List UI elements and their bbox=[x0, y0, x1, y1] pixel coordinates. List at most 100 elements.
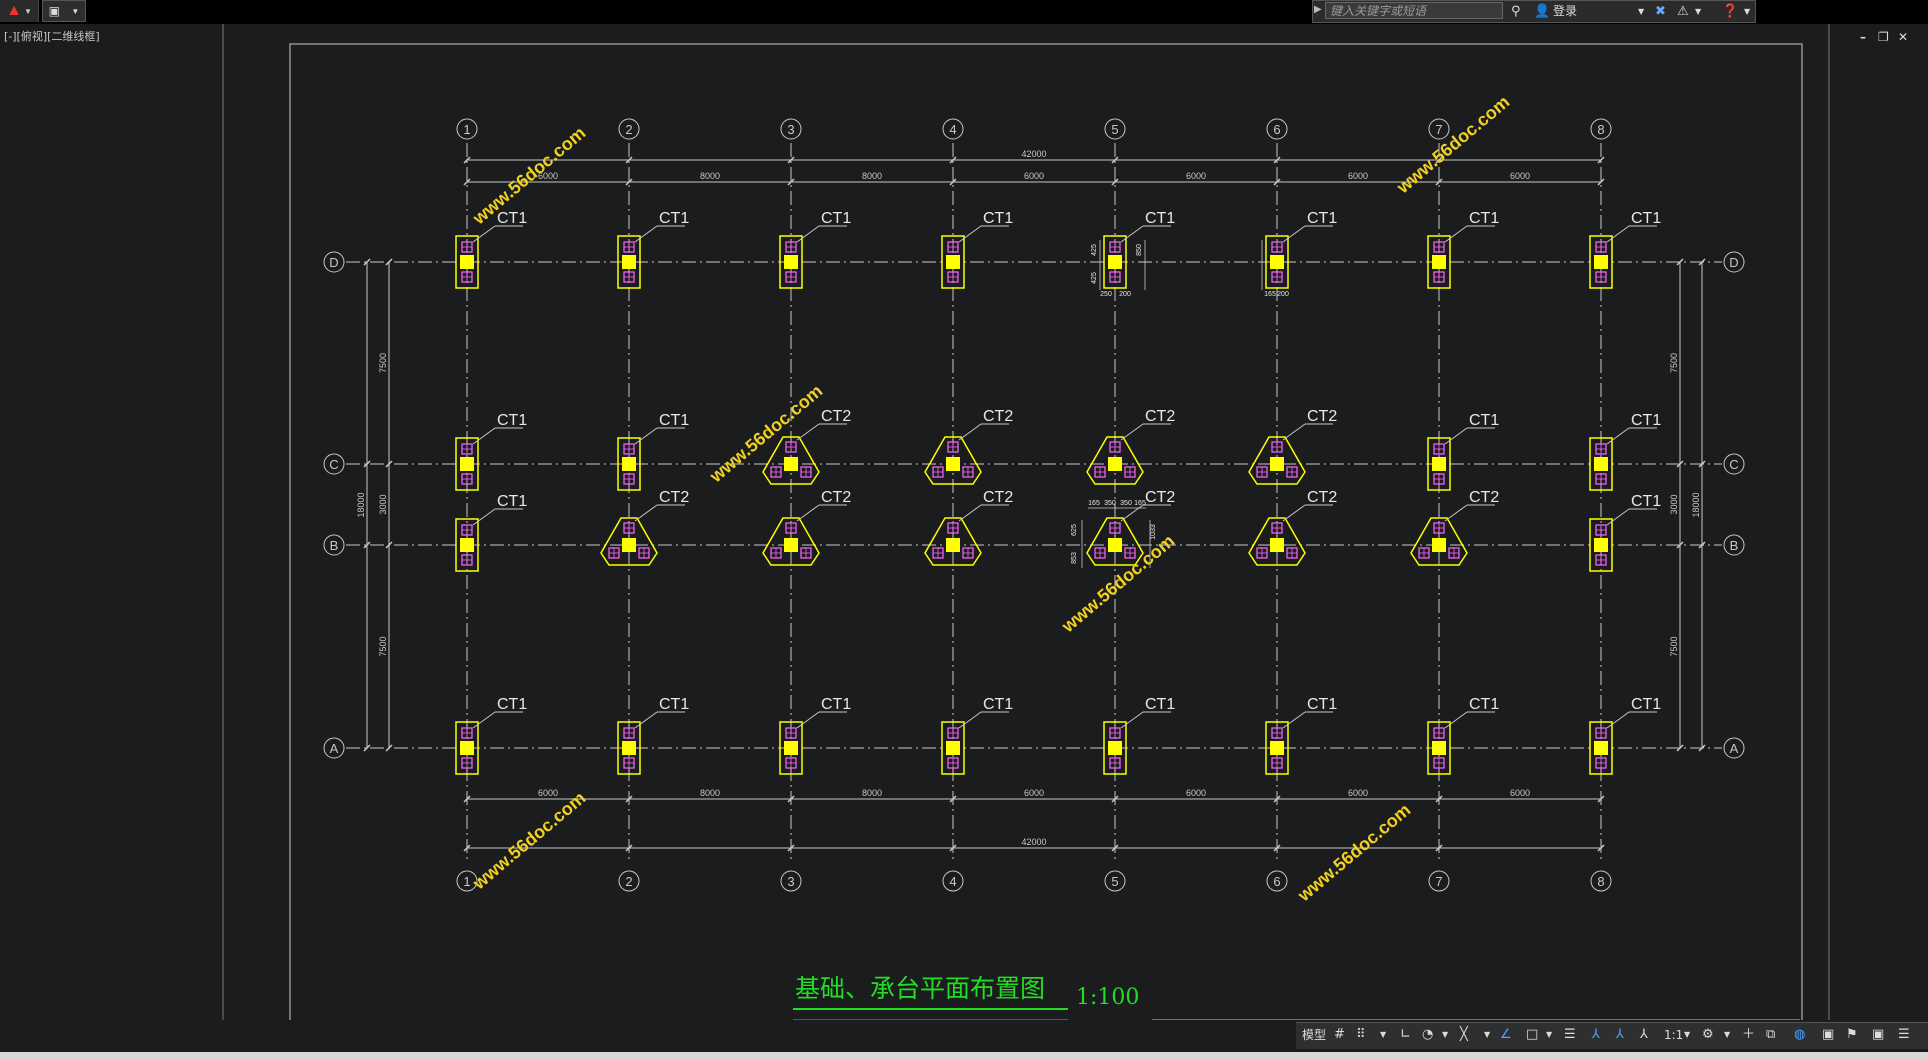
hardware-acceleration-icon[interactable]: ▣ bbox=[1822, 1026, 1834, 1044]
leader-line bbox=[634, 427, 658, 445]
detail-dimension-text: 200 bbox=[1119, 291, 1131, 298]
isodraft-icon[interactable]: ╳ bbox=[1460, 1026, 1468, 1044]
dimension-text: 7500 bbox=[378, 636, 388, 656]
detail-dimension-text: 165 bbox=[1264, 291, 1276, 298]
customize-menu-icon[interactable]: ☰ bbox=[1898, 1026, 1910, 1044]
axis-label-right: C bbox=[1729, 457, 1738, 472]
column bbox=[460, 255, 474, 269]
column bbox=[460, 538, 474, 552]
leader-line bbox=[958, 423, 982, 441]
dimension-text: 3000 bbox=[378, 494, 388, 514]
axis-label-top: 1 bbox=[463, 122, 470, 137]
units-icon[interactable]: ⧉ bbox=[1766, 1026, 1775, 1044]
model-space-button[interactable]: 模型 bbox=[1302, 1026, 1326, 1044]
detail-dimension-text: 350 bbox=[1104, 500, 1116, 507]
axis-label-top: 8 bbox=[1597, 122, 1604, 137]
cap-label: CT2 bbox=[1145, 489, 1175, 506]
leader-line bbox=[634, 504, 658, 522]
cap-label: CT2 bbox=[1307, 408, 1337, 425]
chevron-down-icon[interactable]: ▼ bbox=[1442, 1026, 1448, 1044]
column bbox=[1108, 255, 1122, 269]
clean-screen-icon[interactable]: ⚑ bbox=[1846, 1026, 1858, 1044]
isolate-objects-icon[interactable]: ◍ bbox=[1794, 1026, 1805, 1044]
leader-line bbox=[1444, 427, 1468, 445]
detail-dimension-text: 165 bbox=[1134, 500, 1146, 507]
dimension-text-total: 18000 bbox=[1691, 492, 1701, 517]
ortho-icon[interactable]: ∟ bbox=[1400, 1026, 1411, 1044]
leader-line bbox=[1282, 711, 1306, 729]
column bbox=[784, 538, 798, 552]
dimension-text: 7500 bbox=[1669, 353, 1679, 373]
plus-icon[interactable]: ＋ bbox=[1742, 1026, 1755, 1044]
dimension-text: 3000 bbox=[1669, 494, 1679, 514]
column bbox=[1432, 255, 1446, 269]
cap-label: CT2 bbox=[983, 408, 1013, 425]
object-snap-tracking-icon[interactable]: ∠ bbox=[1500, 1026, 1512, 1044]
axis-label-top: 3 bbox=[787, 122, 794, 137]
dimension-text-total: 18000 bbox=[356, 492, 366, 517]
leader-line bbox=[796, 225, 820, 243]
dimension-text: 8000 bbox=[862, 171, 882, 181]
dimension-text: 6000 bbox=[1186, 788, 1206, 798]
axis-label-left: D bbox=[329, 255, 338, 270]
dimension-text: 6000 bbox=[1024, 788, 1044, 798]
leader-line bbox=[1606, 711, 1630, 729]
cap-label: CT1 bbox=[1469, 412, 1499, 429]
chevron-down-icon[interactable]: ▼ bbox=[1684, 1026, 1690, 1044]
cap-label: CT1 bbox=[1631, 210, 1661, 227]
polar-icon[interactable]: ◔ bbox=[1422, 1026, 1433, 1044]
annotation-visibility-icon[interactable]: ⅄ bbox=[1592, 1026, 1600, 1044]
axis-label-bottom: 7 bbox=[1435, 874, 1442, 889]
dimension-text: 6000 bbox=[1348, 788, 1368, 798]
cap-label: CT1 bbox=[1631, 493, 1661, 510]
drawing-canvas[interactable]: 1122334455667788D DC CB BA A 420004200060006… bbox=[0, 0, 1928, 1020]
detail-dimension-text: 200 bbox=[1277, 291, 1289, 298]
fullscreen-icon[interactable]: ▣ bbox=[1872, 1026, 1884, 1044]
dimension-text: 6000 bbox=[538, 788, 558, 798]
leader-line bbox=[634, 711, 658, 729]
leader-line bbox=[1444, 225, 1468, 243]
leader-line bbox=[1444, 711, 1468, 729]
column bbox=[1594, 538, 1608, 552]
cap-label: CT1 bbox=[497, 696, 527, 713]
leader-line bbox=[958, 504, 982, 522]
lineweight-icon[interactable]: ☰ bbox=[1564, 1026, 1576, 1044]
workspace-gear-icon[interactable]: ⚙ bbox=[1702, 1026, 1714, 1044]
watermark: www.56doc.com bbox=[468, 123, 589, 229]
column bbox=[946, 457, 960, 471]
auto-scale-icon[interactable]: ⅄ bbox=[1616, 1026, 1624, 1044]
chevron-down-icon[interactable]: ▼ bbox=[1724, 1026, 1730, 1044]
leader-line bbox=[1282, 225, 1306, 243]
drawing-scale: 1:100 bbox=[1076, 985, 1139, 1010]
column bbox=[1594, 457, 1608, 471]
cap-label: CT1 bbox=[1631, 412, 1661, 429]
leader-line bbox=[1606, 225, 1630, 243]
cap-label: CT2 bbox=[821, 489, 851, 506]
column bbox=[1432, 457, 1446, 471]
axis-label-right: A bbox=[1730, 741, 1739, 756]
chevron-down-icon[interactable]: ▼ bbox=[1484, 1026, 1490, 1044]
annotation-scale-dropdown[interactable]: 1:1 bbox=[1664, 1026, 1683, 1044]
drawing-title: 基础、承台平面布置图 bbox=[795, 974, 1045, 1003]
cap-label: CT1 bbox=[1145, 210, 1175, 227]
leader-line bbox=[958, 711, 982, 729]
axis-label-right: B bbox=[1730, 538, 1739, 553]
chevron-down-icon[interactable]: ▼ bbox=[1546, 1026, 1552, 1044]
cap-label: CT1 bbox=[659, 210, 689, 227]
chevron-down-icon[interactable]: ▼ bbox=[1380, 1026, 1386, 1044]
grid-icon[interactable]: # bbox=[1334, 1026, 1345, 1044]
leader-line bbox=[472, 508, 496, 526]
leader-line bbox=[472, 225, 496, 243]
cap-label: CT1 bbox=[1307, 696, 1337, 713]
object-snap-icon[interactable]: □ bbox=[1526, 1026, 1538, 1044]
snap-icon[interactable]: ⠿ bbox=[1356, 1026, 1366, 1044]
cap-label: CT1 bbox=[1469, 210, 1499, 227]
cap-label: CT1 bbox=[1145, 696, 1175, 713]
dimension-text: 6000 bbox=[1348, 171, 1368, 181]
axis-label-bottom: 8 bbox=[1597, 874, 1604, 889]
annotation-scale-icon[interactable]: ⅄ bbox=[1640, 1026, 1648, 1044]
detail-dimension-text: 165 bbox=[1088, 500, 1100, 507]
leader-line bbox=[1282, 423, 1306, 441]
column bbox=[946, 741, 960, 755]
axis-label-left: B bbox=[330, 538, 339, 553]
